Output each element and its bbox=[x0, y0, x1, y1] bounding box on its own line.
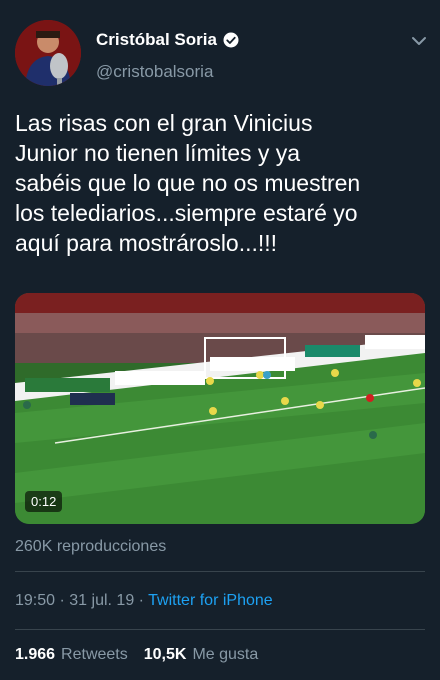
tweet-timestamp-row: 19:50 · 31 jul. 19 · Twitter for iPhone bbox=[15, 592, 273, 610]
display-name[interactable]: Cristóbal Soria bbox=[96, 30, 217, 50]
avatar[interactable] bbox=[15, 20, 81, 86]
likes-count: 10,5K bbox=[143, 646, 187, 663]
retweets-stat[interactable]: 1.966 Retweets bbox=[15, 646, 128, 664]
likes-stat[interactable]: 10,5K Me gusta bbox=[144, 646, 259, 664]
divider bbox=[15, 571, 425, 572]
tweet-detail: Cristóbal Soria @cristobalsoria Las risa… bbox=[0, 0, 440, 680]
view-count: 260K reproducciones bbox=[15, 538, 167, 555]
video-duration: 0:12 bbox=[25, 491, 63, 512]
video-player[interactable]: 0:12 bbox=[15, 293, 425, 524]
meta-separator: · bbox=[138, 592, 149, 609]
tweet-stats: 1.966 Retweets 10,5K Me gusta bbox=[15, 646, 274, 664]
meta-separator: · bbox=[59, 592, 70, 609]
tweet-text: Las risas con el gran Vinicius Junior no… bbox=[15, 110, 361, 256]
author-name-row: Cristóbal Soria bbox=[96, 30, 240, 50]
tweet-date[interactable]: 31 jul. 19 bbox=[69, 592, 134, 609]
divider bbox=[15, 629, 425, 630]
retweets-count: 1.966 bbox=[15, 646, 56, 663]
retweets-label: Retweets bbox=[61, 646, 128, 663]
tweet-time[interactable]: 19:50 bbox=[15, 592, 55, 609]
verified-badge-icon bbox=[222, 31, 240, 49]
chevron-down-icon[interactable] bbox=[410, 34, 428, 48]
tweet-source-link[interactable]: Twitter for iPhone bbox=[148, 592, 273, 609]
likes-label: Me gusta bbox=[192, 646, 259, 663]
author-handle[interactable]: @cristobalsoria bbox=[96, 62, 213, 82]
